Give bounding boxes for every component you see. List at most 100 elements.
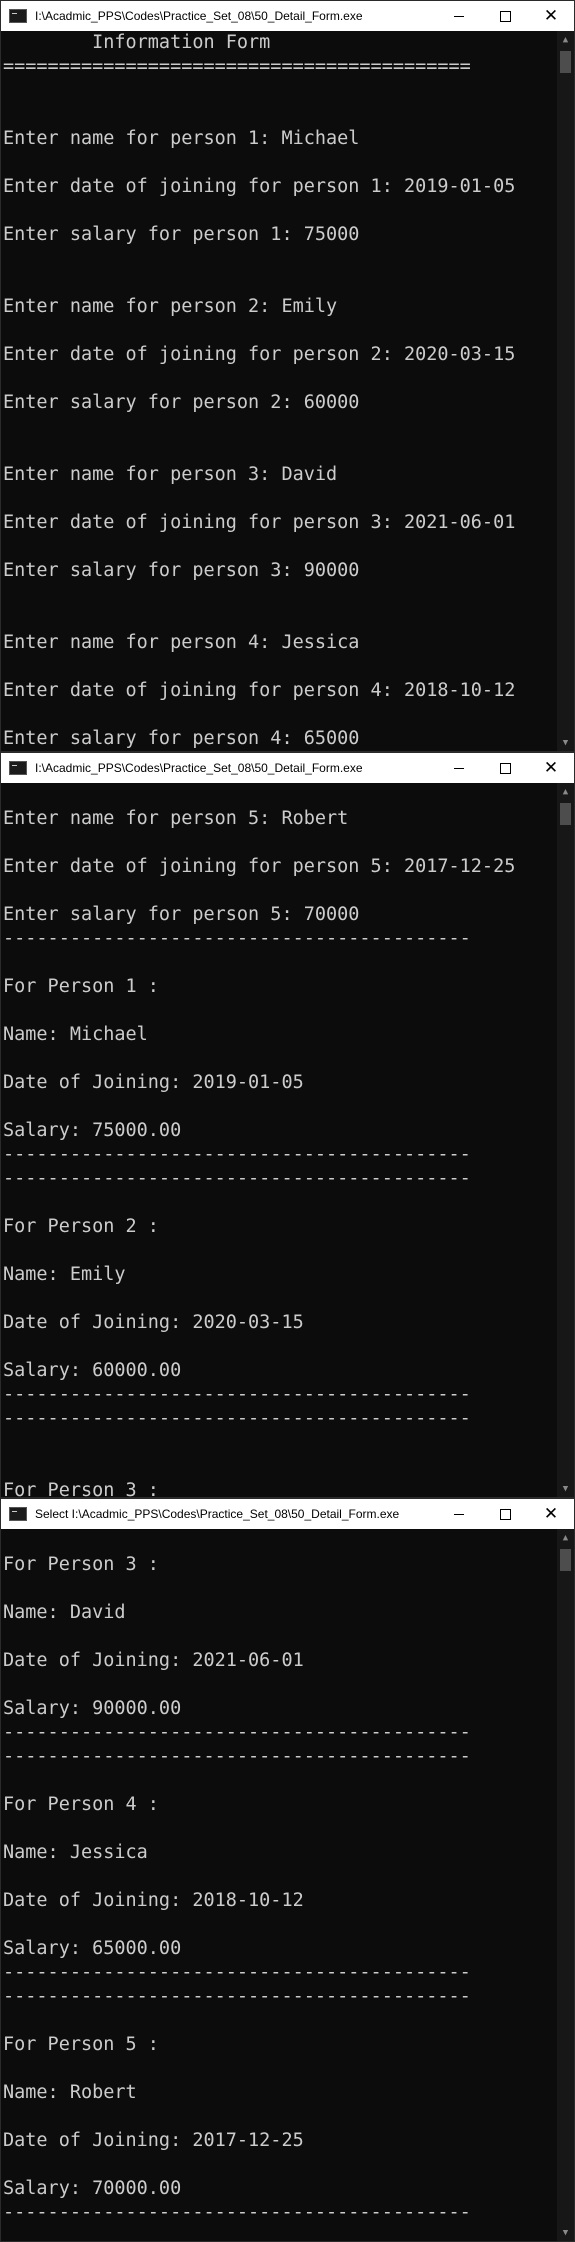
scroll-down-arrow-icon[interactable]: ▼: [557, 734, 574, 751]
console-line: Date of Joining: 2019-01-05: [3, 1072, 304, 1093]
vertical-scrollbar[interactable]: ▲ ▼: [557, 31, 574, 751]
console-output: For Person 3 : Name: David Date of Joining…: [1, 1529, 557, 2241]
window-title: Select I:\Acadmic_PPS\Codes\Practice_Set…: [35, 1507, 400, 1521]
console-line: For Person 3 :: [3, 1554, 159, 1575]
minimize-button[interactable]: [436, 1499, 482, 1529]
console-line: Enter date of joining for person 1: 2019…: [3, 176, 516, 197]
scroll-up-arrow-icon[interactable]: ▲: [557, 783, 574, 800]
console-line: ----------------------------------------…: [3, 1722, 471, 1743]
console-line: Salary: 70000.00: [3, 2178, 182, 2199]
console-line: Enter name for person 1: Michael: [3, 128, 360, 149]
console-line: Date of Joining: 2021-06-01: [3, 1650, 304, 1671]
console-output: Enter name for person 5: Robert Enter dat…: [1, 783, 557, 1497]
close-button[interactable]: ✕: [528, 1499, 574, 1529]
close-button[interactable]: ✕: [528, 1, 574, 31]
console-line: Name: Jessica: [3, 1842, 148, 1863]
console-line: Salary: 60000.00: [3, 1360, 182, 1381]
console-line: Enter date of joining for person 5: 2017…: [3, 856, 516, 877]
console-line: For Person 4 :: [3, 1794, 159, 1815]
maximize-button[interactable]: [482, 1, 528, 31]
vertical-scrollbar[interactable]: ▲ ▼: [557, 783, 574, 1497]
scrollbar-thumb[interactable]: [560, 803, 571, 825]
minimize-button[interactable]: [436, 753, 482, 783]
console-line: ----------------------------------------…: [3, 1746, 471, 1767]
console-line: For Person 2 :: [3, 1216, 159, 1237]
console-line: Salary: 65000.00: [3, 1938, 182, 1959]
console-output: Information Form ========================…: [1, 31, 557, 751]
console-app-icon: [9, 9, 27, 23]
maximize-button[interactable]: [482, 753, 528, 783]
console-line: Enter salary for person 4: 65000: [3, 728, 360, 749]
console-line: Enter salary for person 3: 90000: [3, 560, 360, 581]
console-line: ----------------------------------------…: [3, 1408, 471, 1429]
console-window-2: I:\Acadmic_PPS\Codes\Practice_Set_08\50_…: [0, 752, 575, 1498]
console-app-icon: [9, 761, 27, 775]
title-bar[interactable]: I:\Acadmic_PPS\Codes\Practice_Set_08\50_…: [1, 1, 574, 31]
console-line: Enter date of joining for person 4: 2018…: [3, 680, 516, 701]
console-line: Enter name for person 2: Emily: [3, 296, 338, 317]
console-line: ----------------------------------------…: [3, 1168, 471, 1189]
close-button[interactable]: ✕: [528, 753, 574, 783]
console-line: Name: Michael: [3, 1024, 148, 1045]
scrollbar-thumb[interactable]: [560, 1549, 571, 1571]
console-window-1: I:\Acadmic_PPS\Codes\Practice_Set_08\50_…: [0, 0, 575, 752]
title-bar[interactable]: I:\Acadmic_PPS\Codes\Practice_Set_08\50_…: [1, 753, 574, 783]
title-bar[interactable]: Select I:\Acadmic_PPS\Codes\Practice_Set…: [1, 1499, 574, 1529]
scroll-up-arrow-icon[interactable]: ▲: [557, 1529, 574, 1546]
maximize-button[interactable]: [482, 1499, 528, 1529]
console-line: ----------------------------------------…: [3, 1962, 471, 1983]
console-window-3: Select I:\Acadmic_PPS\Codes\Practice_Set…: [0, 1498, 575, 2242]
scrollbar-thumb[interactable]: [560, 51, 571, 73]
scroll-down-arrow-icon[interactable]: ▼: [557, 1480, 574, 1497]
console-line: Date of Joining: 2017-12-25: [3, 2130, 304, 2151]
console-line: ----------------------------------------…: [3, 1986, 471, 2007]
console-line: ----------------------------------------…: [3, 2202, 471, 2223]
console-line: For Person 5 :: [3, 2034, 159, 2055]
console-line: Enter date of joining for person 2: 2020…: [3, 344, 516, 365]
console-line: Salary: 90000.00: [3, 1698, 182, 1719]
console-line: Name: Emily: [3, 1264, 126, 1285]
console-line: ----------------------------------------…: [3, 928, 471, 949]
console-line: Enter name for person 4: Jessica: [3, 632, 360, 653]
scroll-up-arrow-icon[interactable]: ▲: [557, 31, 574, 48]
vertical-scrollbar[interactable]: ▲ ▼: [557, 1529, 574, 2241]
console-line: Date of Joining: 2020-03-15: [3, 1312, 304, 1333]
console-app-icon: [9, 1507, 27, 1521]
console-line: Enter salary for person 2: 60000: [3, 392, 360, 413]
scroll-down-arrow-icon[interactable]: ▼: [557, 2224, 574, 2241]
console-line: Date of Joining: 2018-10-12: [3, 1890, 304, 1911]
console-line: Information Form: [3, 32, 271, 53]
console-line: Name: David: [3, 1602, 126, 1623]
console-line: Enter name for person 3: David: [3, 464, 338, 485]
minimize-button[interactable]: [436, 1, 482, 31]
